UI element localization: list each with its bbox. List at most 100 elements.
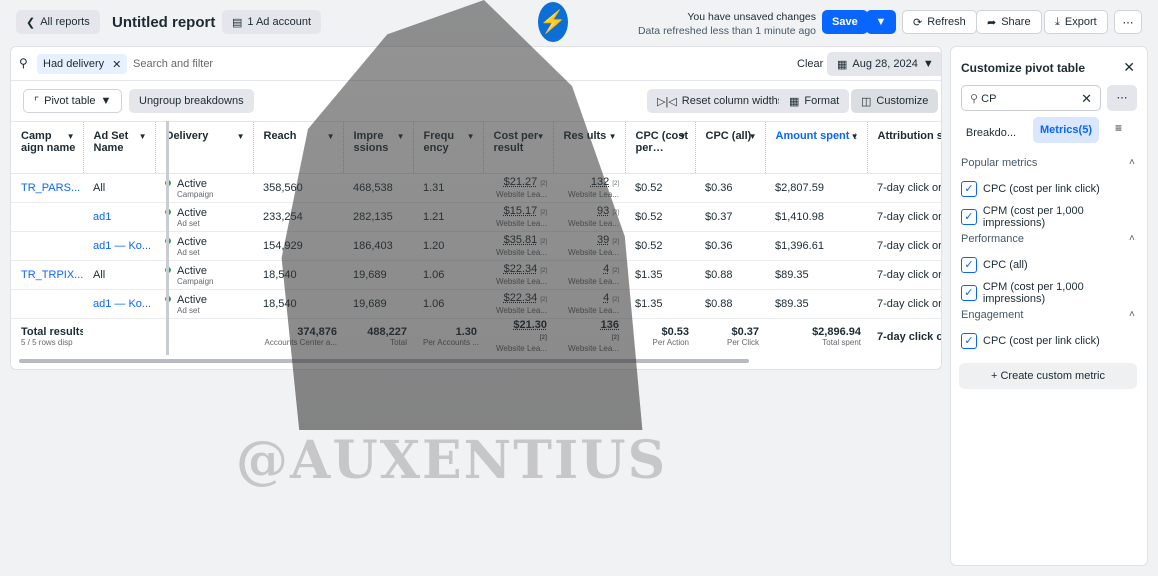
tab-metrics[interactable]: Metrics(5) — [1033, 117, 1099, 143]
header-campaign-name[interactable]: Camp aign name ▼ — [11, 121, 84, 174]
save-button[interactable]: Save — [822, 10, 868, 34]
results-number[interactable]: 4 — [603, 292, 609, 304]
ad-set-name-cell[interactable]: All — [83, 260, 155, 290]
caret-down-icon[interactable]: ▼ — [397, 131, 405, 143]
checkmark-icon[interactable]: ✓ — [961, 209, 977, 225]
cpr-number[interactable]: $15.17 — [504, 205, 538, 217]
caret-down-icon[interactable]: ▼ — [327, 131, 335, 143]
header-frequency[interactable]: Frequ ency ▼ — [413, 121, 484, 174]
more-options-button[interactable]: ⋯ — [1114, 10, 1142, 34]
save-dropdown-button[interactable]: ▼ — [866, 10, 896, 34]
cpr-number[interactable]: $21.27 — [504, 176, 538, 188]
caret-down-icon[interactable]: ▼ — [467, 131, 475, 143]
create-custom-metric-button[interactable]: + Create custom metric — [959, 363, 1137, 389]
table-row[interactable]: ad1 — Ko... Active Ad set 18,540 19,689 1.06 $… — [11, 289, 941, 319]
header-reach[interactable]: Reach ▼ — [253, 121, 344, 174]
horizontal-scrollbar[interactable] — [19, 359, 749, 363]
results-number[interactable]: 4 — [603, 263, 609, 275]
caret-down-icon[interactable]: ▼ — [67, 131, 75, 143]
header-ad-set-name[interactable]: Ad Set Name ▼ — [83, 121, 156, 174]
header-cpc-link[interactable]: CPC (cost per… ▼ — [625, 121, 696, 174]
table-row[interactable]: TR_PARS... All Active Campaign 358,560 468,53… — [11, 173, 941, 203]
pivot-table: Camp aign name ▼ Ad Set Name ▼ Delivery ▼ R… — [11, 121, 941, 355]
delivery-cell: Active Campaign — [155, 260, 253, 290]
caret-down-icon[interactable]: ▼ — [851, 131, 859, 143]
results-number[interactable]: 93 — [597, 205, 609, 217]
results-number[interactable]: 39 — [597, 234, 609, 246]
date-picker[interactable]: ▦ Aug 28, 2024 ▼ — [827, 52, 941, 76]
checkmark-icon[interactable]: ✓ — [961, 181, 977, 197]
header-amount-spent[interactable]: Amount spent ↓ ▼ — [765, 121, 868, 174]
ad-set-name-cell[interactable]: ad1 — Ko... — [83, 231, 155, 261]
header-impressions[interactable]: Impre ssions ▼ — [343, 121, 414, 174]
close-icon[interactable]: ✕ — [1123, 59, 1135, 76]
campaign-name-cell[interactable]: TR_TRPIX... — [11, 260, 83, 290]
all-reports-button[interactable]: ❮ All reports — [16, 10, 100, 34]
ad-set-name-cell[interactable]: All — [83, 173, 155, 203]
metric-checkbox[interactable]: ✓ CPM (cost per 1,000 impressions) — [961, 281, 1147, 305]
close-icon[interactable]: ✕ — [112, 58, 121, 71]
caret-down-icon[interactable]: ▼ — [679, 131, 687, 143]
table-row[interactable]: ad1 Active Ad set 233,254 282,135 1.21 $15.17 … — [11, 202, 941, 232]
customize-button[interactable]: ◫ Customize — [851, 89, 939, 113]
clear-button[interactable]: Clear — [797, 58, 823, 70]
metric-section-header[interactable]: Engagement ˄ — [961, 309, 1135, 321]
checkmark-icon[interactable]: ✓ — [961, 257, 977, 273]
cpr-number[interactable]: $35.81 — [504, 234, 538, 246]
table-row[interactable]: ad1 — Ko... Active Ad set 154,929 186,403 1.2… — [11, 231, 941, 261]
header-cost-per-result[interactable]: Cost per result ▼ — [483, 121, 554, 174]
share-button[interactable]: ➦ Share — [976, 10, 1042, 34]
table-row[interactable]: TR_TRPIX... All Active Campaign 18,540 19,689… — [11, 260, 941, 290]
campaign-name-cell[interactable] — [11, 202, 83, 232]
header-attribution[interactable]: Attribution se — [867, 121, 941, 174]
metric-checkbox[interactable]: ✓ CPC (all) — [961, 257, 1028, 273]
ad-account-button[interactable]: ▤ 1 Ad account — [222, 10, 322, 34]
header-cpc-all[interactable]: CPC (all) ▼ — [695, 121, 766, 174]
metric-search-input[interactable]: ⚲ CP ✕ — [961, 85, 1101, 111]
caret-down-icon[interactable]: ▼ — [537, 131, 545, 143]
header-delivery[interactable]: Delivery ▼ — [155, 121, 254, 174]
more-options-button[interactable]: ⋯ — [1107, 85, 1137, 111]
refresh-button[interactable]: ⟳ Refresh — [902, 10, 977, 34]
metric-checkbox[interactable]: ✓ CPC (cost per link click) — [961, 181, 1100, 197]
filter-chip[interactable]: Had delivery ✕ — [37, 54, 128, 74]
metric-checkbox[interactable]: ✓ CPM (cost per 1,000 impressions) — [961, 205, 1147, 229]
cpr-number[interactable]: $22.34 — [504, 263, 538, 275]
header-results[interactable]: Res ults ▼ — [553, 121, 626, 174]
cpr-number[interactable]: $22.34 — [504, 292, 538, 304]
search-input[interactable]: Search and filter — [133, 58, 213, 70]
tab-breakdowns[interactable]: Breakdo... — [961, 121, 1021, 145]
caret-down-icon[interactable]: ▼ — [609, 131, 617, 143]
caret-down-icon[interactable]: ▼ — [237, 131, 245, 143]
metric-checkbox[interactable]: ✓ CPC (cost per link click) — [961, 333, 1100, 349]
ungroup-breakdowns-button[interactable]: Ungroup breakdowns — [129, 89, 254, 113]
footnote-marker: [2] — [612, 209, 619, 216]
metric-section-header[interactable]: Performance ˄ — [961, 233, 1135, 245]
checkmark-icon[interactable]: ✓ — [961, 285, 977, 301]
reset-column-widths-button[interactable]: ▷|◁ Reset column widths — [647, 89, 794, 113]
caret-down-icon[interactable]: ▼ — [749, 131, 757, 143]
result-type: Website Lea... — [568, 305, 619, 315]
checkmark-icon[interactable]: ✓ — [961, 333, 977, 349]
format-button[interactable]: ▦ Format — [779, 89, 850, 113]
frozen-column-divider[interactable] — [166, 121, 169, 355]
export-button[interactable]: ⤓ Export — [1044, 10, 1108, 34]
pivot-table-button[interactable]: ⌜ Pivot table ▼ — [23, 89, 123, 113]
ad-set-name-cell[interactable]: ad1 — Ko... — [83, 289, 155, 319]
campaign-name-cell[interactable] — [11, 231, 83, 261]
report-title[interactable]: Untitled report — [112, 14, 215, 31]
metric-section-header[interactable]: Popular metrics ˄ — [961, 157, 1135, 169]
clear-search-icon[interactable]: ✕ — [1081, 91, 1092, 107]
caret-down-icon[interactable]: ▼ — [139, 131, 147, 143]
campaign-name-cell[interactable] — [11, 289, 83, 319]
sort-icon[interactable]: ≡ — [1115, 121, 1122, 135]
footnote-marker: [2] — [612, 296, 619, 303]
chevron-up-icon[interactable]: ˄ — [1129, 309, 1135, 320]
results-number[interactable]: 132 — [591, 176, 609, 188]
attr-cell: 7-day click or 1 — [867, 173, 941, 203]
chevron-up-icon[interactable]: ˄ — [1129, 157, 1135, 168]
chevron-up-icon[interactable]: ˄ — [1129, 233, 1135, 244]
ad-set-name-cell[interactable]: ad1 — [83, 202, 155, 232]
campaign-name-cell[interactable]: TR_PARS... — [11, 173, 83, 203]
result-type: Website Lea... — [568, 189, 619, 199]
